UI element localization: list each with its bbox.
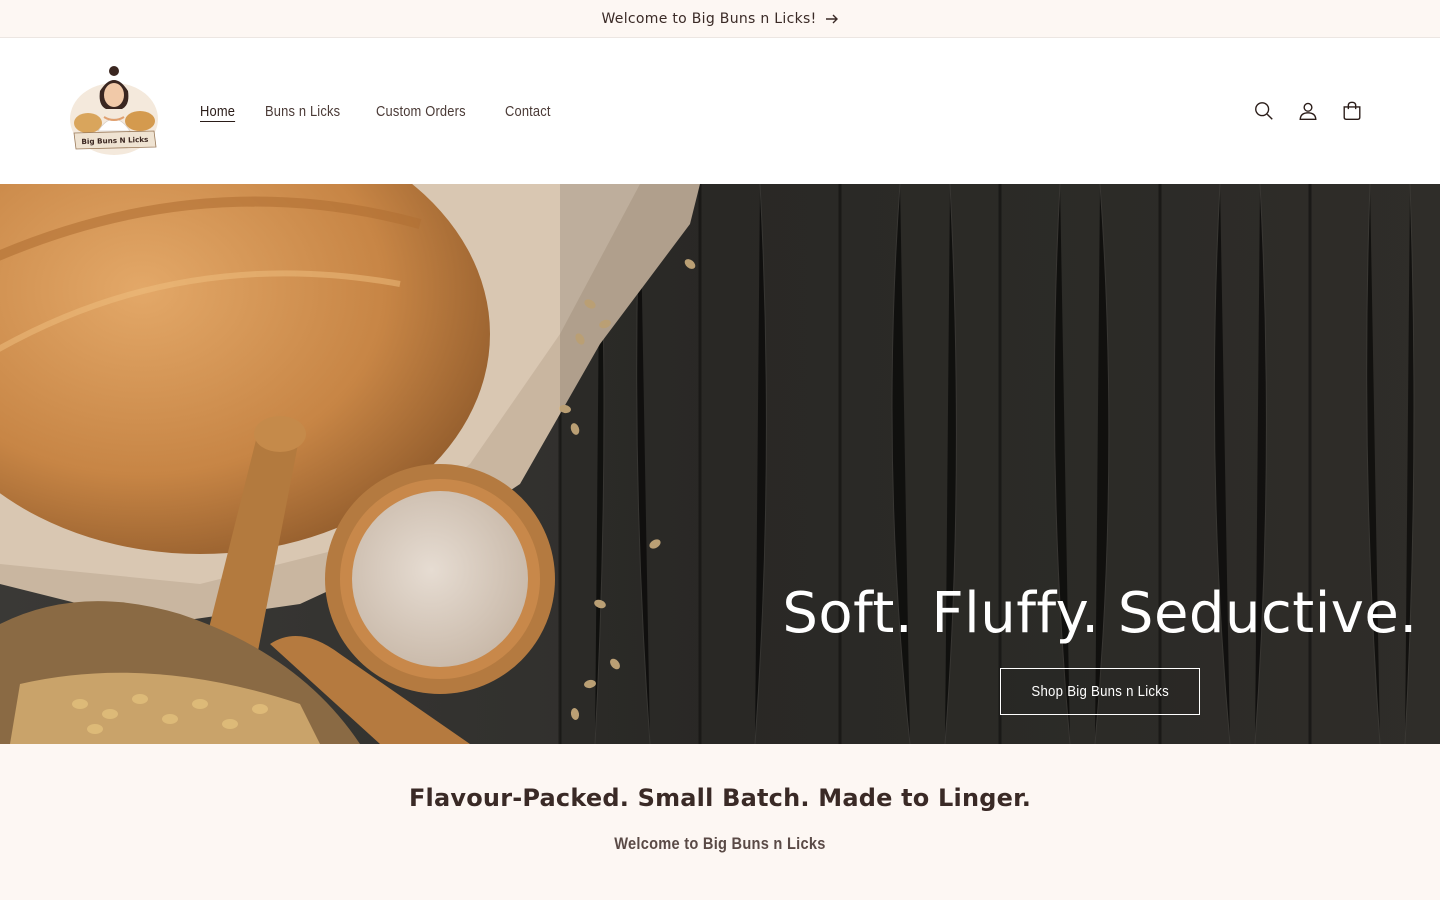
site-logo[interactable]: Big Buns N Licks xyxy=(64,61,164,161)
shop-now-button-label: Shop Big Buns n Licks xyxy=(1031,683,1169,700)
cart-icon[interactable] xyxy=(1340,99,1364,123)
hero-content: Soft. Fluffy. Seductive. Shop Big Buns n… xyxy=(782,584,1417,715)
nav-item-home[interactable]: Home xyxy=(200,103,235,120)
intro-subheading: Welcome to Big Buns n Licks xyxy=(614,834,826,853)
announcement-bar[interactable]: Welcome to Big Buns n Licks! xyxy=(0,0,1440,38)
hero-title: Soft. Fluffy. Seductive. xyxy=(782,581,1418,646)
nav-item-contact[interactable]: Contact xyxy=(505,103,551,120)
nav-item-buns-n-licks[interactable]: Buns n Licks xyxy=(265,103,340,120)
intro-section: Flavour-Packed. Small Batch. Made to Lin… xyxy=(0,744,1440,900)
arrow-right-icon xyxy=(825,13,839,25)
nav-item-custom-orders[interactable]: Custom Orders xyxy=(376,103,466,120)
announcement-text[interactable]: Welcome to Big Buns n Licks! xyxy=(601,11,816,27)
account-icon[interactable] xyxy=(1296,99,1320,123)
site-header: Big Buns N Licks Home Buns n Licks Custo… xyxy=(0,38,1440,184)
intro-heading: Flavour-Packed. Small Batch. Made to Lin… xyxy=(408,784,1032,812)
search-icon[interactable] xyxy=(1252,99,1276,123)
shop-now-button[interactable]: Shop Big Buns n Licks xyxy=(1000,668,1200,715)
hero-banner: Soft. Fluffy. Seductive. Shop Big Buns n… xyxy=(0,184,1440,744)
header-icons xyxy=(1252,38,1364,184)
main-nav: Home Buns n Licks Custom Orders Contact xyxy=(200,103,558,120)
logo-illustration: Big Buns N Licks xyxy=(70,66,158,155)
